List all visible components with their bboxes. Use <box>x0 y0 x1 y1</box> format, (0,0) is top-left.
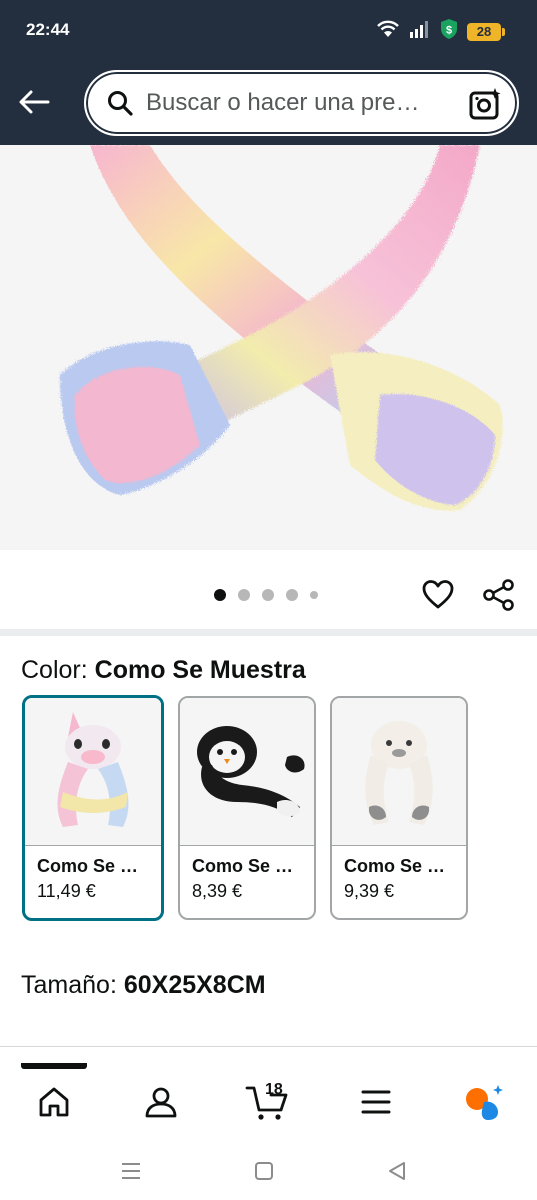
home-square-icon <box>255 1162 273 1180</box>
variant-card[interactable]: Como Se … 9,39 € <box>330 696 468 920</box>
carousel-dots[interactable] <box>214 589 318 601</box>
menu-icon <box>361 1090 391 1114</box>
recent-apps-button[interactable] <box>116 1156 146 1186</box>
cart-count-badge: 18 <box>265 1081 283 1098</box>
status-bar: 22:44 $ 28 <box>0 0 537 60</box>
account-icon <box>145 1087 177 1118</box>
share-icon[interactable] <box>482 578 516 612</box>
search-icon <box>108 91 133 116</box>
home-system-button[interactable] <box>249 1156 279 1186</box>
carousel-dot[interactable] <box>310 591 318 599</box>
security-shield-icon: $ <box>439 18 459 45</box>
search-bar[interactable] <box>84 70 519 136</box>
variant-price: 9,39 € <box>344 881 395 901</box>
variant-card[interactable]: Como Se … 8,39 € <box>178 696 316 920</box>
color-label-prefix: Color: <box>21 656 88 684</box>
carousel-dot[interactable] <box>214 589 226 601</box>
back-button[interactable] <box>14 84 54 120</box>
search-input[interactable] <box>146 89 446 117</box>
bottom-divider <box>0 1046 537 1047</box>
carousel-dot[interactable] <box>262 589 274 601</box>
color-selected-value: Como Se Muestra <box>94 656 306 684</box>
size-label-prefix: Tamaño: <box>21 971 117 999</box>
carousel-dot[interactable] <box>286 589 298 601</box>
wifi-icon <box>375 19 401 44</box>
app-header: 22:44 $ 28 <box>0 0 537 145</box>
variant-price: 11,49 € <box>37 881 96 901</box>
nav-home[interactable] <box>24 1077 84 1127</box>
battery-icon: 28 <box>467 22 505 41</box>
svg-text:$: $ <box>446 25 452 37</box>
size-label: Tamaño: 60X25X8CM <box>21 971 266 1000</box>
back-triangle-icon <box>389 1162 405 1180</box>
color-label: Color: Como Se Muestra <box>21 656 306 685</box>
wishlist-heart-icon[interactable] <box>421 578 455 612</box>
variant-name: Como Se … <box>192 856 294 876</box>
carousel-controls <box>0 555 537 630</box>
active-tab-indicator <box>21 1063 87 1069</box>
carousel-dot[interactable] <box>238 589 250 601</box>
system-navigation-bar <box>0 1140 537 1200</box>
status-time: 22:44 <box>26 20 70 39</box>
seal-plush-hat-thumbnail <box>332 698 466 846</box>
plush-hat-scarf-image <box>0 145 537 550</box>
bottom-navigation: 18 <box>0 1063 537 1143</box>
product-image[interactable] <box>0 145 537 550</box>
size-value: 60X25X8CM <box>123 971 266 999</box>
color-variants: Como Se … 11,49 € Como Se … 8,39 € Como … <box>22 695 468 921</box>
nav-account[interactable] <box>131 1077 191 1127</box>
nav-assistant[interactable] <box>454 1077 514 1127</box>
variant-price: 8,39 € <box>192 881 243 901</box>
status-icons: $ 28 <box>375 18 505 45</box>
home-icon <box>39 1087 69 1117</box>
camera-lens-icon[interactable] <box>467 86 503 122</box>
nav-menu[interactable] <box>346 1077 406 1127</box>
penguin-plush-hat-thumbnail <box>180 698 314 846</box>
recent-apps-icon <box>122 1163 140 1179</box>
rufus-assistant-icon <box>466 1085 503 1120</box>
variant-card[interactable]: Como Se … 11,49 € <box>22 695 164 921</box>
section-divider <box>0 629 537 636</box>
back-arrow-icon <box>19 90 50 114</box>
variant-name: Como Se … <box>37 856 139 876</box>
nav-cart[interactable]: 18 <box>237 1077 297 1127</box>
signal-icon <box>409 20 431 43</box>
back-system-button[interactable] <box>382 1156 412 1186</box>
variant-name: Como Se … <box>344 856 446 876</box>
unicorn-plush-hat-thumbnail <box>25 698 161 846</box>
